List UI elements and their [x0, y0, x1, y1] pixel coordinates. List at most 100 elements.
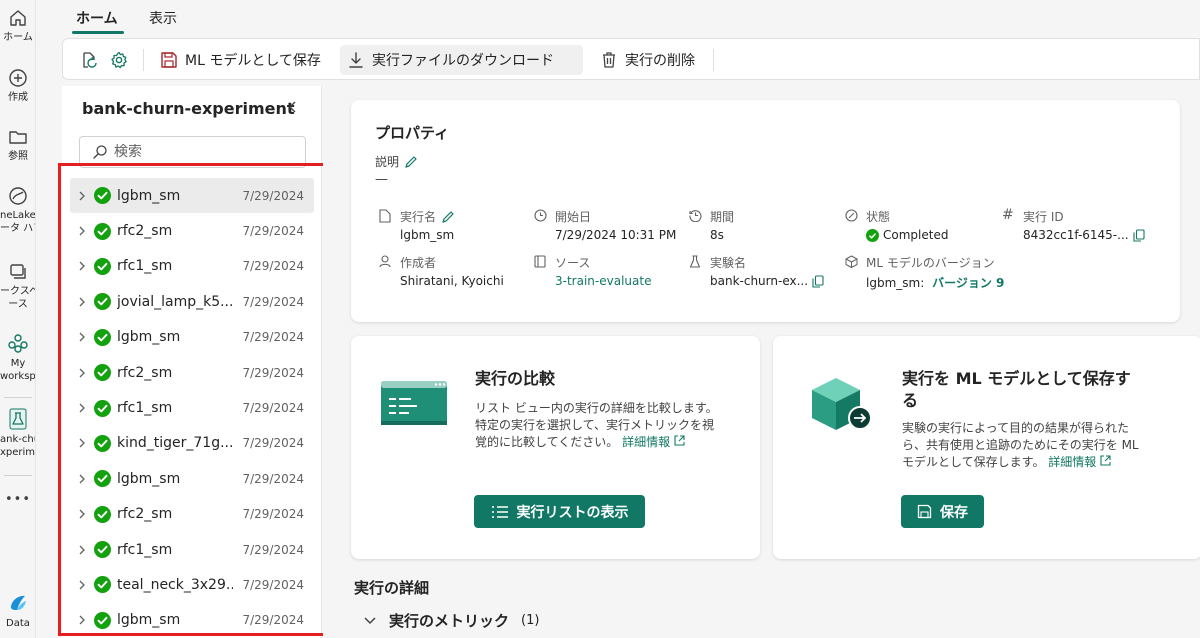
run-id-label: 実行 ID	[1023, 210, 1064, 224]
run-list-item[interactable]: lgbm_sm 7/29/2024	[70, 603, 314, 638]
run-date: 7/29/2024	[242, 471, 304, 486]
check-circle-icon	[94, 611, 111, 629]
save-button[interactable]: 保存	[901, 495, 984, 528]
compare-learn-more-link[interactable]: 詳細情報	[622, 435, 670, 449]
model-version-link[interactable]: バージョン 9	[932, 274, 1004, 291]
delete-run-button[interactable]: 実行の削除	[593, 45, 701, 75]
open-external-icon[interactable]	[674, 435, 685, 446]
copy-icon[interactable]	[1133, 228, 1145, 242]
check-circle-icon	[94, 222, 111, 240]
rail-data[interactable]: Data	[0, 592, 35, 630]
chevron-left-icon	[289, 101, 296, 113]
download-icon	[349, 52, 363, 68]
save-as-ml-model-button[interactable]: ML モデルとして保存	[153, 45, 327, 75]
notebook-icon	[534, 255, 546, 268]
chevron-down-icon	[364, 616, 376, 624]
save-model-text-3: モデルとして保存します。	[902, 455, 1045, 469]
rail-onelake[interactable]: neLake デ ータ ハブ	[0, 186, 36, 235]
run-date: 7/29/2024	[242, 613, 304, 628]
list-icon	[491, 505, 508, 518]
rail-workspaces[interactable]: ークスペ ース	[0, 262, 36, 311]
run-name: teal_neck_3x29...	[117, 576, 233, 593]
edit-description-icon[interactable]	[404, 155, 418, 169]
run-list-item[interactable]: rfc2_sm 7/29/2024	[70, 497, 314, 532]
person-icon	[379, 255, 391, 268]
save-model-learn-more-link[interactable]: 詳細情報	[1048, 455, 1096, 469]
expand-chevron-icon[interactable]	[70, 368, 94, 378]
download-run-files-label: 実行ファイルのダウンロード	[372, 53, 554, 69]
run-details-title: 実行の詳細	[354, 579, 430, 597]
run-list-item[interactable]: rfc2_sm 7/29/2024	[70, 355, 314, 390]
rail-onelake-label-1: neLake デ	[0, 210, 36, 221]
check-circle-icon	[94, 399, 111, 417]
run-list-item[interactable]: rfc1_sm 7/29/2024	[70, 532, 314, 567]
model-version-value: lgbm_sm: バージョン 9	[866, 274, 1004, 291]
check-circle-icon	[94, 470, 111, 488]
settings-button[interactable]	[103, 45, 135, 75]
expand-chevron-icon[interactable]	[70, 297, 94, 307]
more-icon[interactable]: •••	[0, 492, 35, 507]
run-list-item[interactable]: teal_neck_3x29... 7/29/2024	[70, 567, 314, 602]
edit-run-name-icon[interactable]	[441, 210, 455, 224]
expand-chevron-icon[interactable]	[70, 403, 94, 413]
run-name: jovial_lamp_k5...	[117, 293, 233, 310]
rail-create[interactable]: 作成	[0, 68, 35, 104]
collapse-panel-button[interactable]	[286, 100, 300, 118]
rail-browse[interactable]: 参照	[0, 127, 35, 163]
open-external-icon[interactable]	[1100, 455, 1111, 466]
fabric-logo-icon	[11, 595, 26, 610]
refresh-button[interactable]	[73, 45, 105, 75]
run-list-item[interactable]: lgbm_sm 7/29/2024	[70, 461, 314, 496]
run-list-item[interactable]: rfc1_sm 7/29/2024	[70, 249, 314, 284]
run-list-item[interactable]: lgbm_sm 7/29/2024	[70, 320, 314, 355]
run-metrics-toggle[interactable]: 実行のメトリック (1)	[363, 610, 539, 631]
tab-home[interactable]: ホーム	[76, 8, 118, 28]
expand-chevron-icon[interactable]	[70, 474, 94, 484]
rail-workspaces-label-1: ークスペ	[0, 286, 36, 297]
rail-experiment-label-2: xperiment	[0, 447, 36, 458]
tab-view[interactable]: 表示	[149, 8, 177, 28]
run-metrics-label: 実行のメトリック	[389, 612, 510, 630]
expand-chevron-icon[interactable]	[70, 261, 94, 271]
run-list-item[interactable]: rfc1_sm 7/29/2024	[70, 390, 314, 425]
toolbar: ML モデルとして保存 実行ファイルのダウンロード 実行の削除	[62, 38, 1200, 80]
view-run-list-button[interactable]: 実行リストの表示	[474, 495, 645, 528]
compare-description: リスト ビュー内の実行の詳細を比較します。 特定の実行を選択して、実行メトリック…	[475, 400, 745, 451]
expand-chevron-icon[interactable]	[70, 191, 94, 201]
run-list-item[interactable]: rfc2_sm 7/29/2024	[70, 213, 314, 248]
properties-card: プロパティ 説明 — 実行名 lgbm_sm 開始日 7/29/2024 10:…	[351, 100, 1180, 322]
source-link[interactable]: 3-train-evaluate	[555, 274, 651, 288]
run-list-item[interactable]: jovial_lamp_k5... 7/29/2024	[70, 284, 314, 319]
description-label-text: 説明	[375, 155, 400, 169]
run-name-value: lgbm_sm	[400, 228, 455, 242]
run-list-item[interactable]: lgbm_sm 7/29/2024	[70, 178, 314, 214]
run-list-item[interactable]: kind_tiger_71g... 7/29/2024	[70, 426, 314, 461]
expand-chevron-icon[interactable]	[70, 615, 94, 625]
run-search-box[interactable]	[79, 136, 306, 168]
run-date: 7/29/2024	[242, 330, 304, 345]
expand-chevron-icon[interactable]	[70, 580, 94, 590]
run-name: rfc1_sm	[117, 541, 173, 558]
rail-myworkspace[interactable]: My workspace	[0, 332, 35, 383]
experiment-value: bank-churn-ex...	[710, 274, 824, 288]
search-input[interactable]	[114, 144, 304, 160]
runs-panel: bank-churn-experiment lgbm_sm7/29/2024rf…	[62, 86, 322, 638]
expand-chevron-icon[interactable]	[70, 509, 94, 519]
run-name-label: 実行名	[400, 210, 437, 224]
rail-workspaces-label-2: ース	[8, 299, 28, 310]
expand-chevron-icon[interactable]	[70, 438, 94, 448]
search-icon	[93, 145, 107, 159]
copy-experiment-icon[interactable]	[812, 274, 824, 288]
expand-chevron-icon[interactable]	[70, 226, 94, 236]
rail-experiment[interactable]: ank-churn- xperiment	[0, 408, 36, 459]
save-as-ml-model-label: ML モデルとして保存	[185, 53, 321, 69]
rail-home[interactable]: ホーム	[0, 8, 35, 44]
expand-chevron-icon[interactable]	[70, 545, 94, 555]
run-name: lgbm_sm	[117, 187, 181, 204]
duration-label: 期間	[710, 210, 735, 224]
field-run-name: 実行名 lgbm_sm	[379, 208, 455, 242]
run-date: 7/29/2024	[242, 259, 304, 274]
download-run-files-button[interactable]: 実行ファイルのダウンロード	[340, 45, 583, 75]
run-name: kind_tiger_71g...	[117, 435, 233, 452]
expand-chevron-icon[interactable]	[70, 332, 94, 342]
